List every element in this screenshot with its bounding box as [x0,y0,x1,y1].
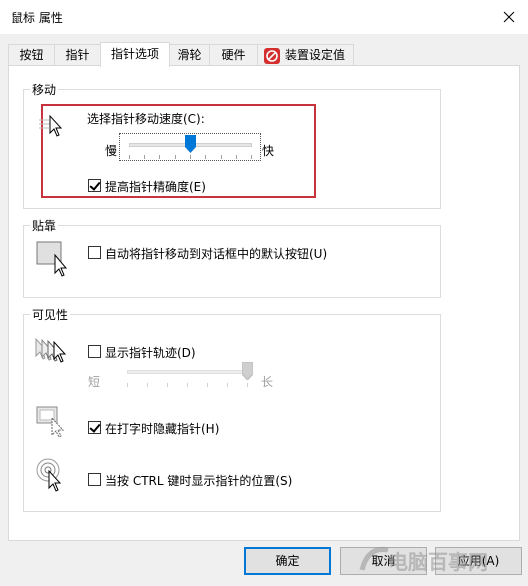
speed-tick [129,155,130,159]
device-logo-icon [264,48,280,64]
hide-while-typing-icon [36,406,68,438]
tab-buttons[interactable]: 按钮 [8,44,55,66]
show-location-label[interactable]: 当按 CTRL 键时显示指针的位置(S) [105,472,292,489]
pointer-trails-icon [34,337,74,365]
show-location-checkbox[interactable] [88,473,101,486]
snap-to-button-icon [36,241,70,277]
tab-label: 指针选项 [110,47,159,61]
ok-button[interactable]: 确定 [244,547,331,575]
speed-tick [221,155,222,159]
tab-device-settings[interactable]: 装置设定值 [257,44,354,66]
trail-tick [247,383,248,387]
close-button[interactable] [496,4,522,30]
pointer-trails-checkbox[interactable] [88,345,101,358]
trail-slider-thumb[interactable] [241,361,253,381]
speed-tick [236,155,237,159]
snap-group-title: 贴靠 [30,217,59,234]
snap-checkbox[interactable] [88,246,101,259]
trail-tick [147,383,148,387]
trail-slider-track [127,370,253,374]
tab-wheel[interactable]: 滑轮 [169,44,210,66]
tab-pointer-options[interactable]: 指针选项 [100,42,170,67]
tab-strip: 按钮 指针 指针选项 滑轮 硬件 装置设定值 [8,42,520,67]
close-icon [503,11,515,23]
tab-hardware[interactable]: 硬件 [209,44,258,66]
short-label: 短 [88,375,101,389]
trail-tick [227,383,228,387]
motion-group-title: 移动 [30,81,59,98]
speed-tick [251,155,252,159]
tab-label: 滑轮 [177,48,202,62]
snap-label[interactable]: 自动将指针移动到对话框中的默认按钮(U) [105,245,327,262]
speed-tick [175,155,176,159]
visibility-group-title: 可见性 [30,306,71,323]
title-bar: 鼠标 属性 [0,0,528,34]
long-label: 长 [261,375,274,389]
watermark-text: 电脑百事网 [388,550,488,574]
tab-panel: 移动 选择指针移动速度(C): 慢 快 提高指针精确度(E) 贴靠 自动将指针移… [8,65,520,541]
trail-tick [127,383,128,387]
tab-label: 装置设定值 [285,48,346,62]
slow-label: 慢 [105,144,118,158]
pointer-speed-icon [39,114,69,138]
precision-checkbox[interactable] [88,179,101,192]
window-title: 鼠标 属性 [11,11,63,25]
dialog-body: 按钮 指针 指针选项 滑轮 硬件 装置设定值 移动 选择指针移动速度(C): 慢… [0,34,528,586]
tab-pointers[interactable]: 指针 [54,44,101,66]
pointer-trails-label[interactable]: 显示指针轨迹(D) [105,344,196,361]
tab-label: 指针 [65,48,90,62]
hide-while-typing-checkbox[interactable] [88,421,101,434]
trail-tick [167,383,168,387]
tab-label: 硬件 [221,48,246,62]
speed-tick [205,155,206,159]
speed-tick [144,155,145,159]
speed-slider-thumb[interactable] [184,135,196,153]
tab-label: 按钮 [19,48,44,62]
speed-tick [190,155,191,159]
watermark-logo-icon [358,544,392,574]
fast-label: 快 [262,144,275,158]
show-location-icon [36,458,68,492]
trail-tick [207,383,208,387]
precision-label[interactable]: 提高指针精确度(E) [105,178,206,195]
speed-tick [159,155,160,159]
hide-while-typing-label[interactable]: 在打字时隐藏指针(H) [105,420,219,437]
speed-label: 选择指针移动速度(C): [87,112,205,126]
trail-tick [187,383,188,387]
